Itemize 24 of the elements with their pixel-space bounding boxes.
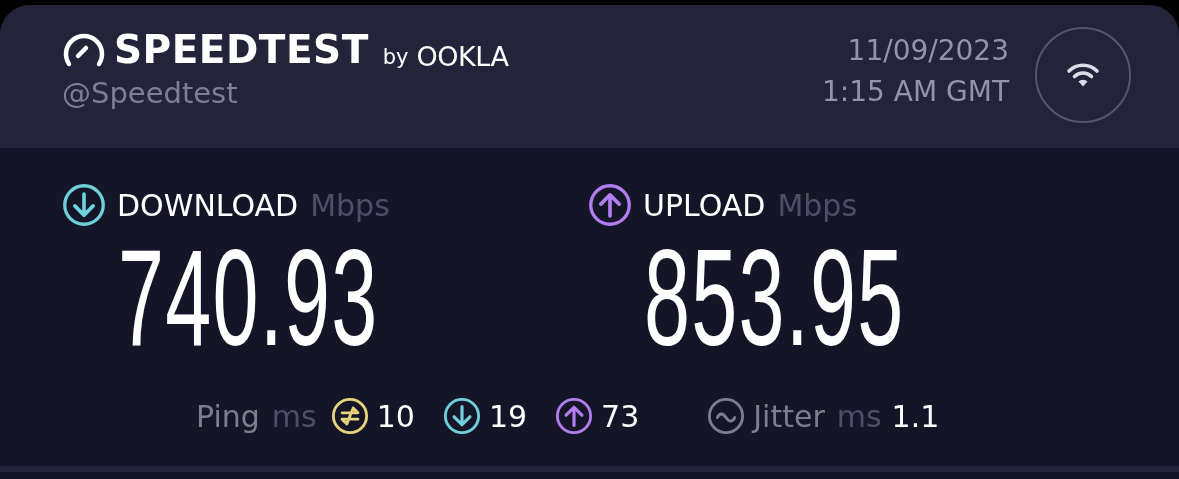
account-handle: @Speedtest (62, 76, 239, 110)
speed-value: 740.93 (118, 239, 379, 357)
wave-icon (707, 397, 746, 436)
test-date: 11/09/2023 (846, 33, 1009, 69)
jitter-label: Jitter (753, 398, 825, 434)
unit-label: ms (836, 398, 882, 434)
jitter-value: 1.1 (891, 398, 940, 434)
ping-value: 73 (601, 398, 640, 434)
wifi-button[interactable] (1035, 27, 1131, 123)
metric-label: UPLOAD (643, 187, 766, 223)
metric-label: DOWNLOAD (117, 187, 299, 223)
ping-value: 10 (376, 398, 415, 434)
ping-label: Ping (196, 398, 260, 434)
test-time: 1:15 AM GMT (822, 74, 1009, 110)
speed-value: 853.95 (644, 239, 905, 357)
brand-name: SPEEDTEST (114, 27, 369, 72)
partner-name: OOKLA (416, 41, 509, 72)
unit-label: Mbps (777, 187, 857, 223)
by-label: by (382, 45, 409, 69)
unit-label: ms (271, 398, 317, 434)
unit-label: Mbps (310, 187, 390, 223)
ping-value: 19 (488, 398, 528, 434)
wifi-icon (1066, 61, 1100, 89)
arrows-icon (330, 397, 369, 436)
